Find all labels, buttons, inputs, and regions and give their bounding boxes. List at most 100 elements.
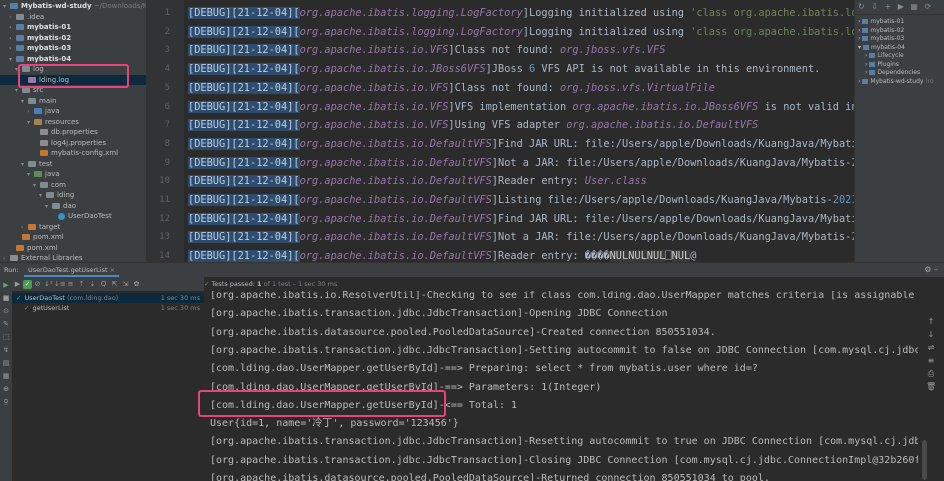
project-tree-item-target[interactable]: › target (0, 222, 146, 233)
console-side-button[interactable]: ⇌ (926, 343, 936, 352)
test-toolbar-button[interactable]: ⇡ (76, 277, 87, 291)
console-scrollbar[interactable] (922, 440, 927, 480)
editor-line[interactable]: [DEBUG][21-12-04][org.apache.ibatis.io.D… (188, 172, 647, 191)
project-tree-item-mybatis-01[interactable]: › mybatis-01 (0, 22, 146, 33)
editor-line[interactable]: [DEBUG][21-12-04][org.apache.ibatis.io.D… (188, 191, 854, 210)
project-tree-item-log4j-properties[interactable]: log4j.properties (0, 138, 146, 149)
chevron-icon[interactable]: › (865, 52, 867, 59)
console-side-button[interactable]: ⎙ (926, 369, 936, 379)
project-tree-item-mybatis-wd-study[interactable]: ▾Mybatis-wd-study ~/Downloads/Kuang (0, 1, 146, 12)
test-toolbar-button[interactable]: ✓ (23, 280, 32, 289)
tree-item-label: java (45, 170, 60, 178)
project-tree-item-mybatis-04[interactable]: ▾ mybatis-04 (0, 54, 146, 65)
maven-item-mybatis-03[interactable]: › mybatis-03 (855, 35, 944, 44)
test-toolbar-button[interactable]: ⊘ (32, 277, 43, 291)
console-side-button[interactable]: 🗑 (926, 382, 936, 391)
maven-item-label: mybatis-01 (870, 18, 905, 25)
gear-icon[interactable]: ⚙ – (924, 263, 938, 277)
test-toolbar-button[interactable]: ⇣ (87, 277, 98, 291)
project-tree-item-mybatis-02[interactable]: › mybatis-02 (0, 33, 146, 44)
maven-item-mybatis-01[interactable]: › mybatis-01 (855, 18, 944, 27)
project-tree-item-java[interactable]: › java (0, 106, 146, 117)
test-toolbar-button[interactable]: ≡ (65, 277, 76, 291)
project-tree-item-mybatis-config-xml[interactable]: mybatis-config.xml (0, 148, 146, 159)
run-side-button[interactable]: ▦ (2, 372, 10, 380)
chevron-icon[interactable]: › (858, 18, 860, 25)
editor-line[interactable]: [DEBUG][21-12-04][org.apache.ibatis.io.V… (188, 41, 665, 60)
chevron-icon[interactable]: › (858, 27, 860, 34)
console-side-button[interactable]: ≡ (926, 356, 936, 365)
chevron-icon[interactable]: ▾ (858, 44, 861, 51)
project-tree-item-lding[interactable]: ▾ lding (0, 190, 146, 201)
run-side-button[interactable]: ▤ (2, 359, 10, 367)
test-toolbar-button[interactable]: ↓≡ (54, 277, 66, 291)
run-tab-userdaotest[interactable]: UserDaoTest.getUserList × (24, 263, 120, 277)
project-tree-item-dao[interactable]: ▾ dao (0, 201, 146, 212)
run-side-button[interactable]: ■ (2, 294, 10, 302)
line-number: 1 (164, 8, 170, 18)
project-tree-item-main[interactable]: ▾ main (0, 96, 146, 107)
maven-item-dependencies[interactable]: › Dependencies (855, 69, 944, 78)
chevron-icon[interactable]: › (858, 78, 860, 85)
project-tree-item-pom-xml[interactable]: pom.xml (0, 232, 146, 243)
maven-item-label: Dependencies (877, 69, 921, 76)
editor-line[interactable]: [DEBUG][21-12-04][org.apache.ibatis.io.D… (188, 210, 854, 229)
chevron-icon[interactable]: › (865, 61, 867, 68)
maven-item-plugins[interactable]: › Plugins (855, 61, 944, 70)
project-tree-item-com[interactable]: ▾ com (0, 180, 146, 191)
test-toolbar-button[interactable]: ↓² (43, 277, 54, 291)
maven-item-mybatis-wd-study[interactable]: › Mybatis-wd-study (ro (855, 78, 944, 87)
run-side-button[interactable]: ⚲ (2, 398, 10, 406)
test-toolbar-button[interactable]: ⇱ (109, 277, 120, 291)
run-side-button[interactable]: ↯ (2, 346, 10, 354)
test-node-getuserlist[interactable]: ✓ getUserList 1 sec 30 ms (12, 303, 204, 313)
chevron-icon[interactable]: › (3, 254, 10, 262)
run-console-output[interactable]: [org.apache.ibatis.io.ResolverUtil]-Chec… (204, 291, 918, 481)
test-toolbar-button[interactable]: ▶ (12, 277, 23, 291)
project-tree-item-resources[interactable]: ▾ resources (0, 117, 146, 128)
maven-item-lifecycle[interactable]: › Lifecycle (855, 52, 944, 61)
project-tree-item-pom-xml[interactable]: pom.xml (0, 243, 146, 254)
tree-item-label: db.properties (51, 128, 98, 136)
run-side-button[interactable]: ▶ (2, 281, 10, 289)
maven-item-mybatis-04[interactable]: ▾ mybatis-04 (855, 44, 944, 53)
project-tree-item-java[interactable]: ▾ java (0, 169, 146, 180)
editor-line[interactable]: [DEBUG][21-12-04][org.apache.ibatis.io.D… (188, 228, 854, 247)
project-tree-item-userdaotest[interactable]: UserDaoTest (0, 211, 146, 222)
console-side-button[interactable]: ↑ (926, 317, 936, 326)
console-side-button[interactable]: ↓ (926, 330, 936, 339)
editor-log-file[interactable]: [DEBUG][21-12-04][org.apache.ibatis.logg… (184, 0, 854, 262)
editor-line[interactable]: [DEBUG][21-12-04][org.apache.ibatis.io.D… (188, 135, 854, 154)
run-side-button[interactable]: ⊕ (2, 385, 10, 393)
editor-line[interactable]: [DEBUG][21-12-04][org.apache.ibatis.io.D… (188, 247, 696, 262)
editor-line[interactable]: [DEBUG][21-12-04][org.apache.ibatis.io.V… (188, 116, 758, 135)
log-segment: [21-12-04] (231, 212, 294, 225)
run-side-button[interactable]: ⊙ (2, 307, 10, 315)
chevron-icon[interactable]: › (858, 35, 860, 42)
project-tree-item-mybatis-03[interactable]: › mybatis-03 (0, 43, 146, 54)
project-tree-item-idea[interactable]: › .idea (0, 12, 146, 23)
test-node-userdaotest[interactable]: ✓ UserDaoTest (com.lding.dao) 1 sec 30 ms (12, 293, 204, 303)
editor-line[interactable]: [DEBUG][21-12-04][org.apache.ibatis.logg… (188, 23, 854, 42)
editor-line[interactable]: [DEBUG][21-12-04][org.apache.ibatis.io.D… (188, 154, 854, 173)
project-tree-item-external-libraries[interactable]: › External Libraries (0, 253, 146, 262)
test-toolbar-button[interactable]: ✿ (131, 277, 142, 291)
log-segment: [DEBUG] (188, 231, 232, 244)
line-number: 10 (159, 176, 170, 187)
editor-line[interactable]: [DEBUG][21-12-04][org.apache.ibatis.logg… (188, 4, 854, 23)
maven-item-mybatis-02[interactable]: › mybatis-02 (855, 27, 944, 36)
project-tree-item-test[interactable]: ▾ test (0, 159, 146, 170)
editor-line[interactable]: [DEBUG][21-12-04][org.apache.ibatis.io.V… (188, 98, 854, 117)
maven-toolbar[interactable]: ↻ ⇩ + ▶ ▦ ⟳ (855, 0, 944, 15)
tree-item-path-hint: ~/Downloads/Kuang (93, 2, 146, 10)
run-side-button[interactable]: ✎ (2, 320, 10, 328)
test-toolbar-button[interactable]: ⇲ (120, 277, 131, 291)
console-line: [org.apache.ibatis.transaction.jdbc.Jdbc… (210, 344, 918, 356)
test-toolbar-button[interactable]: Q (98, 277, 109, 291)
run-side-button[interactable]: ⬚ (2, 333, 10, 341)
chevron-icon[interactable]: › (865, 69, 867, 76)
editor-line[interactable]: [DEBUG][21-12-04][org.apache.ibatis.io.J… (188, 60, 820, 79)
project-tree-item-db-properties[interactable]: db.properties (0, 127, 146, 138)
editor-line[interactable]: [DEBUG][21-12-04][org.apache.ibatis.io.V… (188, 79, 715, 98)
close-icon[interactable]: × (110, 266, 115, 274)
